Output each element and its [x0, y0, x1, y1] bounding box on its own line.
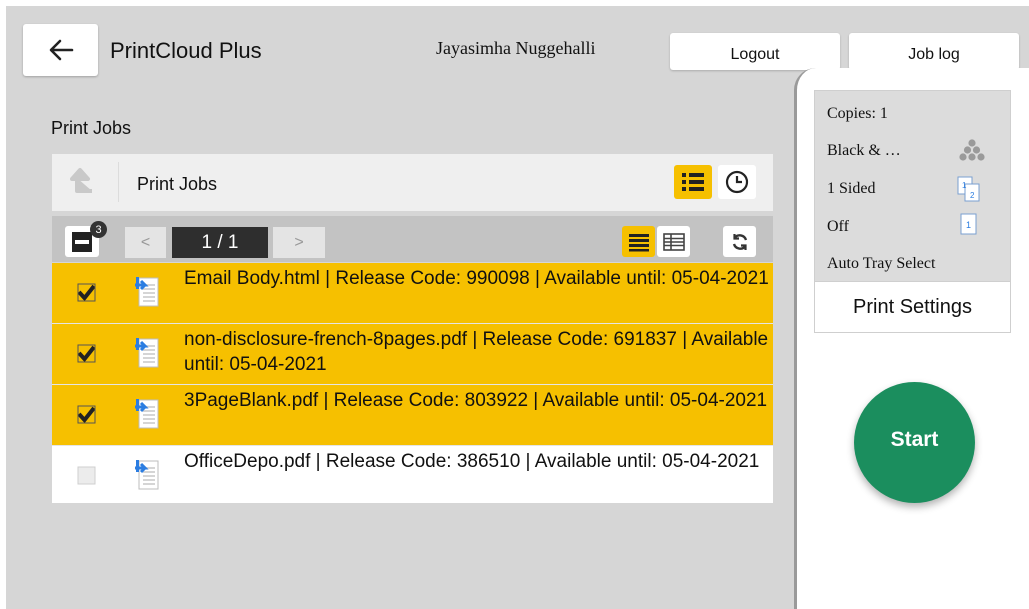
job-log-button[interactable]: Job log	[849, 33, 1019, 70]
toolbar-divider	[118, 162, 119, 202]
document-download-icon	[135, 399, 159, 429]
document-download-icon	[135, 460, 159, 490]
minus-checkbox-icon	[72, 231, 92, 252]
checkbox-unchecked-icon[interactable]	[77, 466, 96, 485]
page-indicator: 1 / 1	[172, 227, 268, 258]
print-settings-button[interactable]: Print Settings	[814, 281, 1011, 333]
svg-text:2: 2	[970, 191, 975, 200]
job-list: Email Body.html | Release Code: 990098 |…	[52, 263, 773, 503]
prev-page-button[interactable]: <	[125, 227, 166, 258]
back-button[interactable]	[23, 24, 98, 76]
refresh-button[interactable]	[723, 226, 756, 257]
arrow-up-icon[interactable]	[66, 167, 94, 197]
start-button[interactable]: Start	[854, 382, 975, 503]
checkbox-checked-icon[interactable]	[77, 344, 96, 363]
job-description: Email Body.html | Release Code: 990098 |…	[184, 268, 769, 289]
nup-setting: Off	[827, 218, 849, 235]
job-row[interactable]: 3PageBlank.pdf | Release Code: 803922 | …	[52, 385, 773, 446]
document-download-icon	[135, 277, 159, 307]
next-page-button[interactable]: >	[273, 227, 325, 258]
toolbar-title: Print Jobs	[137, 174, 218, 194]
checkbox-checked-icon[interactable]	[77, 283, 96, 302]
settings-summary[interactable]: Copies: 1 Black & … 1 Sided 1 2 Off 1 Au…	[814, 90, 1011, 284]
job-row[interactable]: non-disclosure-french-8pages.pdf | Relea…	[52, 324, 773, 385]
list-icon	[682, 173, 704, 191]
job-description: OfficeDepo.pdf | Release Code: 386510 | …	[184, 451, 760, 472]
list-view-button[interactable]	[674, 165, 712, 199]
svg-text:1: 1	[966, 220, 971, 230]
app-title: PrintCloud Plus	[110, 38, 262, 63]
job-list-toolbar: Print Jobs	[52, 154, 773, 211]
color-dots-icon	[959, 139, 985, 161]
refresh-icon	[732, 233, 747, 250]
clock-icon	[725, 170, 749, 194]
detail-view-button[interactable]	[622, 226, 655, 257]
pager-bar: 3 < 1 / 1 >	[52, 216, 773, 262]
duplex-page-icon: 1 2	[957, 176, 980, 202]
arrow-left-icon	[49, 39, 73, 61]
job-description: 3PageBlank.pdf | Release Code: 803922 | …	[184, 390, 768, 411]
logout-button[interactable]: Logout	[670, 33, 840, 70]
tray-setting: Auto Tray Select	[827, 255, 936, 272]
job-row[interactable]: OfficeDepo.pdf | Release Code: 386510 | …	[52, 446, 773, 503]
color-setting: Black & …	[827, 142, 901, 159]
compact-view-button[interactable]	[657, 226, 690, 257]
job-description: non-disclosure-french-8pages.pdf | Relea…	[184, 329, 769, 375]
history-button[interactable]	[718, 165, 756, 199]
sides-setting: 1 Sided	[827, 180, 876, 197]
compact-list-icon	[662, 232, 685, 251]
user-name: Jayasimha Nuggehalli	[436, 38, 596, 58]
copies-setting: Copies: 1	[827, 105, 888, 122]
selected-count-badge: 3	[90, 221, 107, 238]
job-row[interactable]: Email Body.html | Release Code: 990098 |…	[52, 263, 773, 324]
single-page-icon: 1	[960, 213, 977, 235]
document-download-icon	[135, 338, 159, 368]
checkbox-checked-icon[interactable]	[77, 405, 96, 424]
svg-text:1: 1	[962, 181, 967, 190]
detail-list-icon	[628, 233, 649, 251]
section-title: Print Jobs	[51, 118, 132, 138]
